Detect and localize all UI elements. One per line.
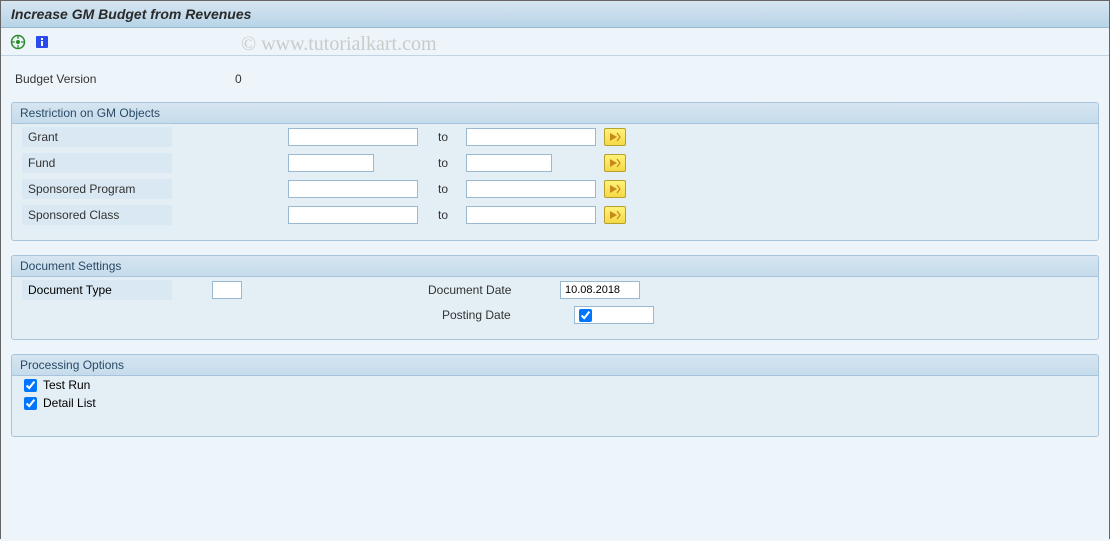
group-processing-options-title: Processing Options xyxy=(12,355,1098,376)
fund-to-input[interactable] xyxy=(466,154,552,172)
window-title: Increase GM Budget from Revenues xyxy=(1,1,1109,28)
toolbar xyxy=(1,28,1109,56)
test-run-label: Test Run xyxy=(43,378,90,392)
sponsored-class-to-label: to xyxy=(418,208,466,222)
row-sponsored-class: Sponsored Class to xyxy=(12,202,1098,228)
sponsored-class-to-input[interactable] xyxy=(466,206,596,224)
grant-label: Grant xyxy=(22,127,172,147)
fund-from-input[interactable] xyxy=(288,154,374,172)
posting-date-checkbox[interactable] xyxy=(579,309,592,322)
window-title-text: Increase GM Budget from Revenues xyxy=(11,6,251,22)
test-run-checkbox[interactable] xyxy=(24,379,37,392)
document-date-input[interactable] xyxy=(560,281,640,299)
row-grant: Grant to xyxy=(12,124,1098,150)
info-icon[interactable] xyxy=(33,33,51,51)
sponsored-program-to-label: to xyxy=(418,182,466,196)
content-area: Budget Version 0 Restriction on GM Objec… xyxy=(1,56,1109,541)
grant-multiselect-button[interactable] xyxy=(604,128,626,146)
sponsored-program-to-input[interactable] xyxy=(466,180,596,198)
group-document-settings: Document Settings Document Type Document… xyxy=(11,255,1099,340)
grant-to-label: to xyxy=(418,130,466,144)
row-posting-date: Posting Date xyxy=(12,303,1098,327)
fund-multiselect-button[interactable] xyxy=(604,154,626,172)
grant-from-input[interactable] xyxy=(288,128,418,146)
document-type-label: Document Type xyxy=(22,280,172,300)
posting-date-field[interactable] xyxy=(574,306,654,324)
document-date-label: Document Date xyxy=(428,283,560,297)
sponsored-program-multiselect-button[interactable] xyxy=(604,180,626,198)
fund-to-label: to xyxy=(418,156,466,170)
fund-label: Fund xyxy=(22,153,172,173)
sponsored-program-from-input[interactable] xyxy=(288,180,418,198)
row-document-type: Document Type Document Date xyxy=(12,277,1098,303)
row-sponsored-program: Sponsored Program to xyxy=(12,176,1098,202)
group-processing-options: Processing Options Test Run Detail List xyxy=(11,354,1099,437)
budget-version-row: Budget Version 0 xyxy=(11,64,1099,102)
row-test-run: Test Run xyxy=(12,376,1098,394)
budget-version-value: 0 xyxy=(235,72,295,86)
group-restriction-title: Restriction on GM Objects xyxy=(12,103,1098,124)
row-detail-list: Detail List xyxy=(12,394,1098,412)
grant-to-input[interactable] xyxy=(466,128,596,146)
detail-list-label: Detail List xyxy=(43,396,96,410)
sponsored-class-label: Sponsored Class xyxy=(22,205,172,225)
execute-icon[interactable] xyxy=(9,33,27,51)
sponsored-class-multiselect-button[interactable] xyxy=(604,206,626,224)
group-restriction: Restriction on GM Objects Grant to Fund … xyxy=(11,102,1099,241)
group-document-settings-title: Document Settings xyxy=(12,256,1098,277)
budget-version-label: Budget Version xyxy=(15,72,235,86)
posting-date-label: Posting Date xyxy=(442,308,574,322)
document-type-input[interactable] xyxy=(212,281,242,299)
row-fund: Fund to xyxy=(12,150,1098,176)
detail-list-checkbox[interactable] xyxy=(24,397,37,410)
sponsored-class-from-input[interactable] xyxy=(288,206,418,224)
sponsored-program-label: Sponsored Program xyxy=(22,179,172,199)
